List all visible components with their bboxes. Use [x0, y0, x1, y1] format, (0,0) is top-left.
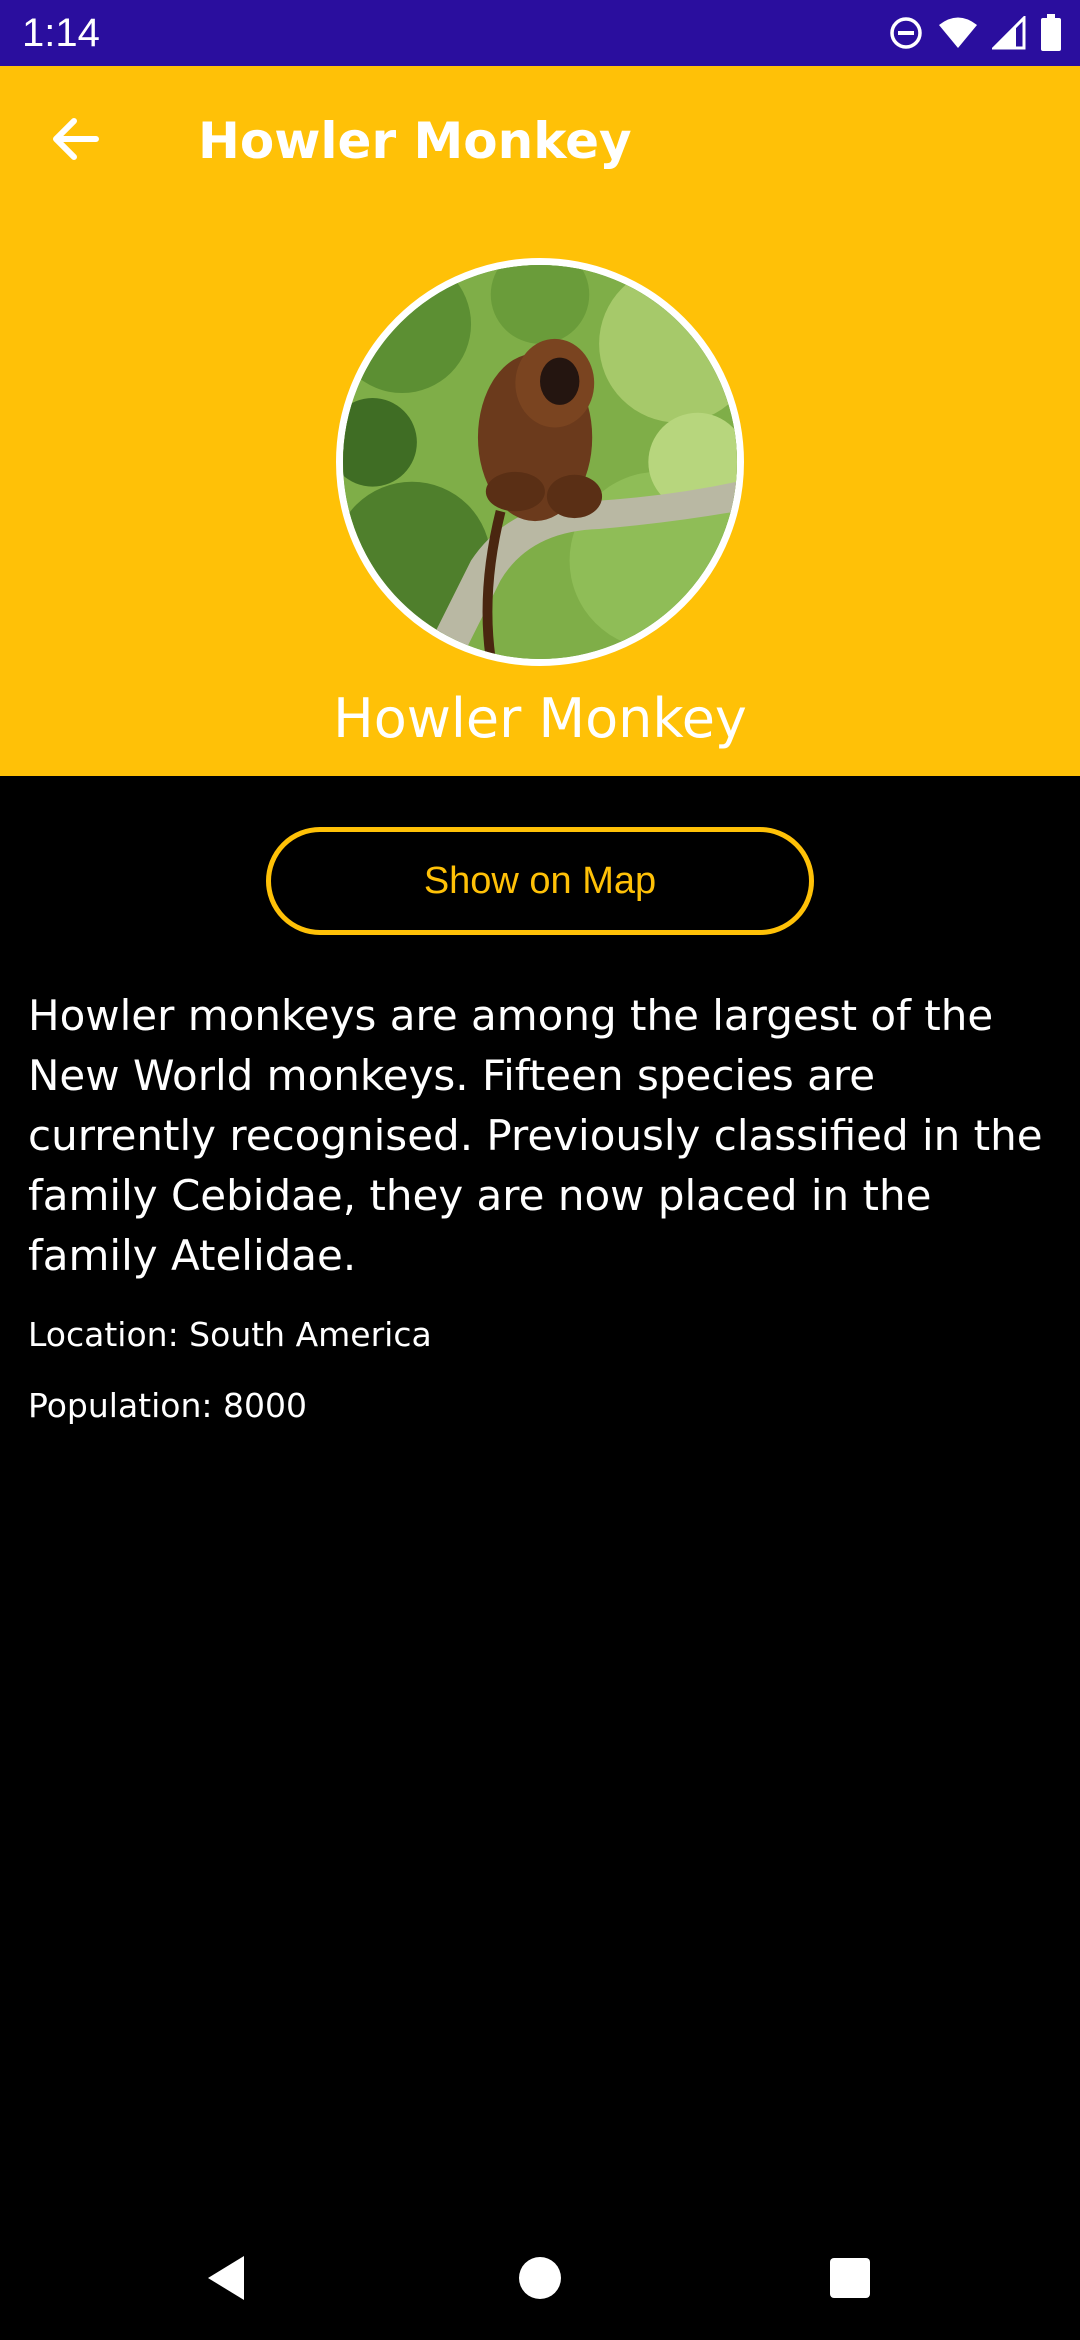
nav-back-button[interactable] [186, 2240, 266, 2320]
do-not-disturb-icon [888, 15, 924, 51]
animal-name: Howler Monkey [333, 687, 747, 750]
toolbar-title: Howler Monkey [198, 112, 632, 170]
cellular-signal-icon [992, 16, 1026, 50]
animal-description: Howler monkeys are among the largest of … [28, 991, 1043, 1280]
location-text: Location: South America [28, 1315, 432, 1354]
detail-header: Howler Monkey Howler Monkey [0, 66, 1080, 776]
status-icons [888, 12, 1062, 54]
nav-home-icon [518, 2256, 562, 2304]
animal-avatar [336, 258, 744, 666]
population-text: Population: 8000 [28, 1386, 307, 1425]
show-on-map-button[interactable]: Show on Map [266, 827, 814, 935]
wifi-icon [938, 16, 978, 50]
nav-recents-button[interactable] [810, 2240, 890, 2320]
monkey-photo-icon [343, 265, 737, 659]
battery-icon [1040, 14, 1062, 52]
arrow-left-icon [50, 117, 100, 165]
status-time: 1:14 [22, 11, 100, 55]
nav-home-button[interactable] [500, 2240, 580, 2320]
navigation-bar [0, 2220, 1080, 2340]
nav-recents-icon [828, 2256, 872, 2304]
back-button[interactable] [40, 106, 110, 176]
nav-back-icon [204, 2254, 248, 2306]
detail-screen: 1:14 Howler Monkey Howler Monkey Show on… [0, 0, 1080, 2340]
status-bar: 1:14 [0, 0, 1080, 66]
